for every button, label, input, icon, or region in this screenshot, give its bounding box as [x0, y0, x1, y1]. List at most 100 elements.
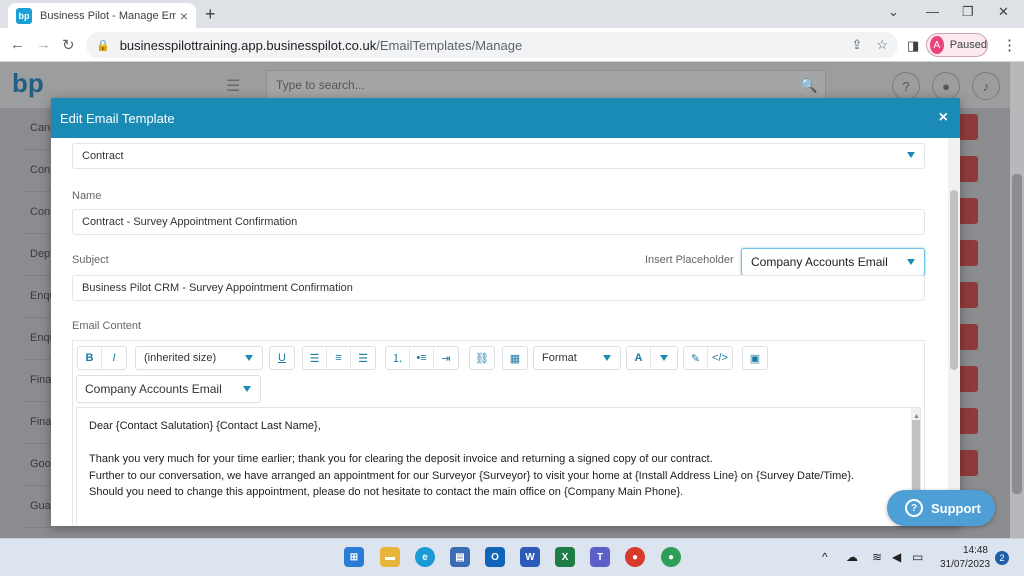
table-icon[interactable]: ▦ [503, 347, 527, 369]
list-item[interactable]: Con [24, 150, 52, 192]
align-center-icon[interactable]: ≡ [327, 347, 351, 369]
user-icon[interactable]: ● [932, 72, 960, 100]
insert-placeholder-select[interactable]: Company Accounts Email [741, 248, 925, 276]
help-icon[interactable]: ? [892, 72, 920, 100]
subject-field[interactable]: Business Pilot CRM - Survey Appointment … [72, 275, 925, 301]
volume-icon[interactable]: ◀ [892, 550, 901, 564]
url-host: businesspilottraining.app.businesspilot.… [119, 37, 377, 53]
delete-button[interactable] [958, 156, 978, 182]
word-icon[interactable]: W [520, 547, 540, 567]
excel-icon[interactable]: X [555, 547, 575, 567]
subject-value: Business Pilot CRM - Survey Appointment … [82, 282, 353, 294]
indent-icon[interactable]: ⇥ [434, 347, 458, 369]
delete-button[interactable] [958, 198, 978, 224]
profile-button[interactable]: A Paused [926, 33, 988, 57]
hamburger-icon[interactable]: ☰ [226, 76, 240, 96]
list-item[interactable]: Fina [24, 402, 52, 444]
bold-button[interactable]: B [78, 347, 102, 369]
share-icon[interactable]: ⇪ [851, 37, 862, 53]
font-size-select[interactable]: (inherited size) [135, 346, 263, 370]
list-item[interactable]: Dep App [24, 234, 52, 276]
reload-icon[interactable]: ↻ [62, 36, 75, 54]
format-select[interactable]: Format [533, 346, 621, 370]
file-explorer-icon[interactable]: ▬ [380, 547, 400, 567]
wifi-icon[interactable]: ≋ [872, 550, 882, 564]
modal-scrollbar[interactable] [948, 138, 960, 526]
browser-tab[interactable]: bp Business Pilot - Manage Email Te × [8, 3, 196, 28]
close-tab-icon[interactable]: × [180, 8, 188, 24]
delete-button[interactable] [958, 366, 978, 392]
favicon-icon: bp [16, 7, 32, 24]
search-icon[interactable]: 🔍 [792, 70, 826, 100]
chrome-icon[interactable]: ● [625, 547, 645, 567]
text-style-group: B I [77, 346, 127, 370]
delete-button[interactable] [958, 282, 978, 308]
edge-icon[interactable]: e [415, 547, 435, 567]
list-item[interactable]: Gua [24, 486, 52, 528]
misc-group: ✎ </> [683, 346, 733, 370]
store-icon[interactable]: ▤ [450, 547, 470, 567]
email-content-area[interactable]: Dear {Contact Salutation} {Contact Last … [76, 407, 921, 526]
address-bar: ← → ↻ 🔒 businesspilottraining.app.busine… [0, 28, 1024, 62]
teams-icon[interactable]: T [590, 547, 610, 567]
delete-button[interactable] [958, 408, 978, 434]
close-icon[interactable]: × [939, 109, 948, 127]
list-item[interactable]: Enqu (Evo [24, 318, 52, 360]
cloud-icon[interactable]: ☁ [846, 550, 858, 564]
content-line: Dear {Contact Salutation} {Contact Last … [89, 420, 321, 432]
battery-icon[interactable]: ▭ [912, 550, 923, 564]
clear-format-icon[interactable]: ✎ [684, 347, 708, 369]
name-field[interactable]: Contract - Survey Appointment Confirmati… [72, 209, 925, 235]
forward-icon[interactable]: → [36, 36, 51, 53]
delete-button[interactable] [958, 114, 978, 140]
list-item[interactable]: Con Con [24, 192, 52, 234]
minimize-icon[interactable]: — [926, 4, 939, 19]
side-panel-icon[interactable]: ◨ [907, 38, 919, 54]
category-select[interactable]: Contract [72, 143, 925, 169]
chrome-profile-icon[interactable]: ● [661, 547, 681, 567]
close-window-icon[interactable]: ✕ [998, 4, 1009, 20]
bell-icon[interactable]: ♪ [972, 72, 1000, 100]
font-color-select[interactable]: A [626, 346, 678, 370]
maximize-icon[interactable]: ❐ [962, 4, 974, 20]
bookmark-star-icon[interactable]: ☆ [876, 37, 888, 53]
link-icon[interactable]: ⛓ [470, 347, 494, 369]
menu-kebab-icon[interactable]: ⋮ [1002, 36, 1017, 54]
name-label: Name [72, 190, 102, 202]
notification-badge[interactable]: 2 [995, 551, 1009, 565]
clock[interactable]: 14:48 31/07/2023 [940, 544, 990, 572]
delete-button[interactable] [958, 450, 978, 476]
page-scrollbar-thumb[interactable] [1012, 174, 1022, 494]
list-item[interactable]: Enqu [24, 276, 52, 318]
support-label: Support [931, 500, 981, 516]
editor-placeholder-select[interactable]: Company Accounts Email [76, 375, 261, 403]
modal-header: Edit Email Template × [51, 98, 960, 138]
align-left-icon[interactable]: ☰ [303, 347, 327, 369]
support-button[interactable]: ? Support [887, 490, 995, 526]
code-view-icon[interactable]: </> [708, 347, 732, 369]
list-item[interactable]: Fina [24, 360, 52, 402]
outlook-icon[interactable]: O [485, 547, 505, 567]
modal-scrollbar-thumb[interactable] [950, 190, 958, 370]
template-list: CancConCon ConDep AppEnquEnqu (EvoFinaFi… [24, 108, 52, 538]
chevron-down-icon [907, 259, 915, 265]
align-right-icon[interactable]: ☰ [351, 347, 375, 369]
windows-start-icon[interactable]: ⊞ [344, 547, 364, 567]
chevron-up-icon[interactable]: ^ [822, 550, 828, 564]
italic-button[interactable]: I [102, 347, 126, 369]
image-icon[interactable]: ▣ [743, 347, 767, 369]
delete-button[interactable] [958, 240, 978, 266]
delete-button[interactable] [958, 324, 978, 350]
list-item[interactable]: Goo [24, 444, 52, 486]
ordered-list-icon[interactable]: ⒈ [386, 347, 410, 369]
edit-template-modal: Edit Email Template × Contract Name Cont… [51, 98, 960, 526]
unordered-list-icon[interactable]: •≡ [410, 347, 434, 369]
back-icon[interactable]: ← [10, 36, 25, 53]
chevron-down-icon[interactable]: ⌄ [888, 4, 899, 20]
new-tab-icon[interactable]: + [205, 4, 216, 25]
url-input[interactable]: 🔒 businesspilottraining.app.businesspilo… [86, 32, 898, 58]
list-item[interactable]: Canc [24, 108, 52, 150]
underline-button[interactable]: U [270, 347, 294, 369]
page-scrollbar[interactable] [1010, 62, 1024, 538]
app-search-input[interactable]: Type to search... [266, 70, 826, 100]
